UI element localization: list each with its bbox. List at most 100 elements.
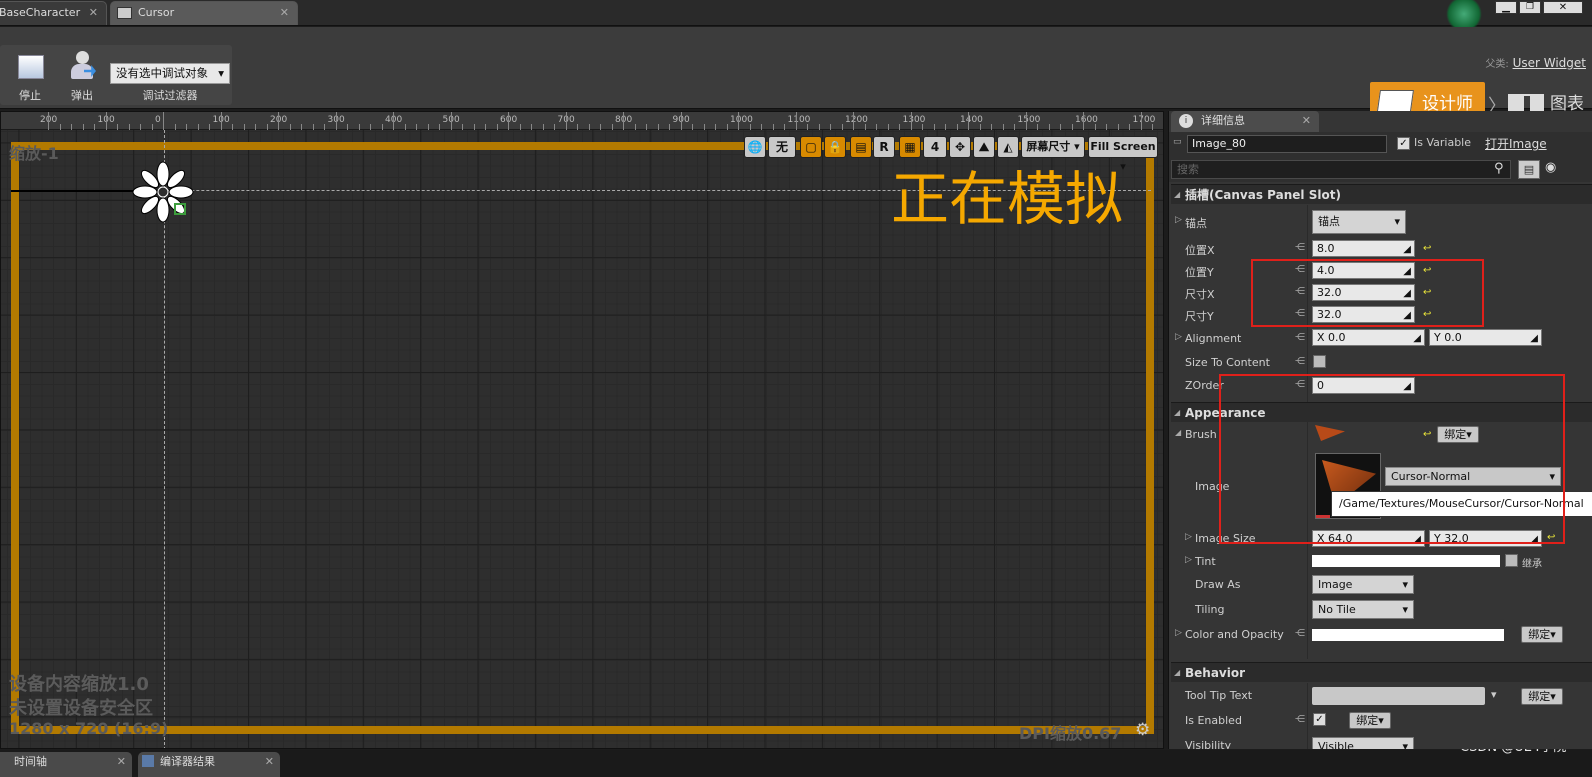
tooltip-text-field[interactable]: [1312, 687, 1485, 705]
respect-locks-button[interactable]: R: [873, 136, 895, 158]
chevron-down-icon: ▾: [1394, 215, 1400, 228]
bind-button[interactable]: 绑定▾: [1521, 688, 1563, 705]
inherit-label: 继承: [1522, 559, 1542, 570]
bind-button[interactable]: 绑定▾: [1521, 626, 1563, 643]
chevron-down-icon[interactable]: ▾: [1491, 688, 1497, 701]
binding-icon[interactable]: ⋲: [1295, 628, 1305, 639]
close-icon[interactable]: ✕: [1302, 111, 1311, 131]
tab-details[interactable]: i 详细信息 ✕: [1171, 111, 1319, 132]
alignment-x-field[interactable]: X 0.0 ◢: [1312, 329, 1425, 346]
draw-as-dropdown[interactable]: Image ▾: [1312, 575, 1414, 594]
minimize-icon[interactable]: ▁: [1495, 1, 1517, 14]
pos-y-label: 位置Y: [1185, 266, 1214, 279]
ruler-tick-mark: [508, 112, 509, 130]
snap-value-dropdown[interactable]: 4: [923, 136, 947, 158]
tiling-dropdown[interactable]: No Tile ▾: [1312, 600, 1414, 619]
inherit-checkbox[interactable]: [1505, 554, 1518, 567]
section-canvas-panel-slot[interactable]: 插槽(Canvas Panel Slot): [1171, 184, 1592, 205]
pos-x-field[interactable]: 8.0 ◢: [1312, 240, 1415, 257]
binding-icon[interactable]: ⋲: [1295, 356, 1305, 367]
close-icon[interactable]: ✕: [89, 2, 98, 24]
size-to-content-checkbox[interactable]: [1313, 355, 1326, 368]
tooltip-text-label: Tool Tip Text: [1185, 689, 1253, 702]
visibility-dropdown[interactable]: Visible ▾: [1312, 737, 1414, 749]
stop-button[interactable]: 停止: [8, 49, 52, 109]
tab-timeline[interactable]: 时间轴 ✕: [0, 752, 132, 777]
ruler-tick-mark: [623, 112, 624, 130]
compiler-icon: [142, 755, 154, 767]
settings-gear-icon[interactable]: ⚙: [1135, 720, 1150, 740]
bind-label: 绑定: [1528, 628, 1551, 641]
close-icon[interactable]: ✕: [265, 752, 274, 772]
close-icon[interactable]: ✕: [280, 2, 289, 24]
expand-icon[interactable]: ▷: [1175, 215, 1182, 225]
tab-compiler-results[interactable]: 编译器结果 ✕: [138, 752, 280, 777]
parent-class-link[interactable]: User Widget: [1513, 56, 1586, 70]
expand-icon[interactable]: ▷: [1175, 332, 1182, 342]
ruler-tick-mark: [450, 112, 452, 130]
mirror-icon[interactable]: ◭: [997, 136, 1019, 158]
eye-icon[interactable]: ◉: [1545, 160, 1556, 175]
widget-name-field[interactable]: Image_80: [1187, 135, 1387, 153]
is-variable-checkbox[interactable]: ✓: [1397, 137, 1410, 150]
debug-object-dropdown[interactable]: 没有选中调试对象 ▾: [110, 63, 230, 84]
search-input[interactable]: 搜索: [1171, 160, 1511, 179]
maximize-icon[interactable]: ❐: [1519, 1, 1541, 14]
close-icon[interactable]: ✕: [117, 752, 126, 772]
eject-button[interactable]: 弹出: [60, 49, 104, 109]
lock-icon[interactable]: 🔒: [824, 136, 846, 158]
ruler-tick-label: 0: [155, 115, 161, 125]
transform-icon[interactable]: ✥: [949, 136, 971, 158]
expand-icon[interactable]: ▷: [1175, 628, 1182, 638]
expand-icon[interactable]: ▷: [1185, 555, 1192, 565]
zorder-label: ZOrder: [1185, 379, 1224, 392]
drag-handle-icon[interactable]: ◢: [1403, 242, 1411, 257]
close-window-icon[interactable]: ✕: [1543, 1, 1583, 14]
screen-size-dropdown[interactable]: 屏幕尺寸 ▾: [1021, 136, 1085, 158]
designer-canvas[interactable]: 2001000100200300400500600700800900100011…: [0, 111, 1164, 749]
chevron-down-icon: ▾: [1402, 603, 1408, 616]
horizontal-ruler: 2001000100200300400500600700800900100011…: [1, 112, 1165, 130]
grid-snap-icon[interactable]: ▦: [899, 136, 921, 158]
view-options-icon[interactable]: ▤: [1518, 160, 1540, 179]
alignment-y-field[interactable]: Y 0.0 ◢: [1429, 329, 1542, 346]
binding-icon[interactable]: ⋲: [1295, 332, 1305, 343]
tab-cursor[interactable]: Cursor ✕: [110, 1, 298, 25]
color-opacity-swatch[interactable]: [1312, 629, 1504, 641]
chevron-down-icon: ▾: [1402, 740, 1408, 749]
ruler-tick-mark: [1083, 112, 1084, 130]
bind-button[interactable]: 绑定▾: [1349, 712, 1391, 729]
expand-icon[interactable]: ▷: [1185, 532, 1192, 542]
locale-dropdown[interactable]: 无: [768, 136, 796, 158]
ruler-tick-mark: [393, 112, 394, 130]
tab-basecharacter[interactable]: BaseCharacter ✕: [0, 1, 107, 25]
drag-handle-icon[interactable]: ◢: [1413, 331, 1421, 346]
anchor-dropdown[interactable]: 锚点 ▾: [1312, 210, 1406, 234]
collapse-icon[interactable]: ◢: [1175, 428, 1181, 437]
globe-icon[interactable]: 🌐: [744, 136, 766, 158]
ruler-tick-mark: [565, 112, 567, 130]
brush-label: Brush: [1185, 428, 1217, 441]
dpi-scale-label: DPI缩放0.67: [1019, 724, 1122, 743]
outline-toggle-icon[interactable]: ▢: [800, 136, 822, 158]
ruler-tick-mark: [738, 112, 739, 130]
anchor-label: 锚点: [1185, 217, 1207, 230]
open-image-link[interactable]: 打开Image: [1485, 135, 1547, 152]
is-enabled-checkbox[interactable]: ✓: [1313, 713, 1326, 726]
tab-label: 详细信息: [1201, 114, 1245, 127]
window-controls: ▁ ❐ ✕: [1495, 1, 1589, 15]
ruler-tick-mark: [1164, 124, 1165, 130]
tab-label: 编译器结果: [160, 755, 215, 768]
reset-arrow-icon[interactable]: ↩: [1423, 243, 1431, 254]
anchor-flower-icon[interactable]: [131, 160, 195, 224]
fill-screen-dropdown[interactable]: Fill Screen ▾: [1088, 136, 1158, 173]
landscape-icon[interactable]: ⛰: [973, 136, 995, 158]
ruler-tick-mark: [278, 112, 279, 130]
binding-icon[interactable]: ⋲: [1295, 714, 1305, 725]
drag-handle-icon[interactable]: ◢: [1530, 331, 1538, 346]
binding-icon[interactable]: ⋲: [1295, 242, 1305, 253]
ruler-tick-mark: [1025, 112, 1027, 130]
tint-color-swatch[interactable]: [1312, 555, 1500, 567]
layout-toggle-icon[interactable]: ▤: [850, 136, 872, 158]
section-behavior[interactable]: Behavior: [1171, 662, 1592, 683]
